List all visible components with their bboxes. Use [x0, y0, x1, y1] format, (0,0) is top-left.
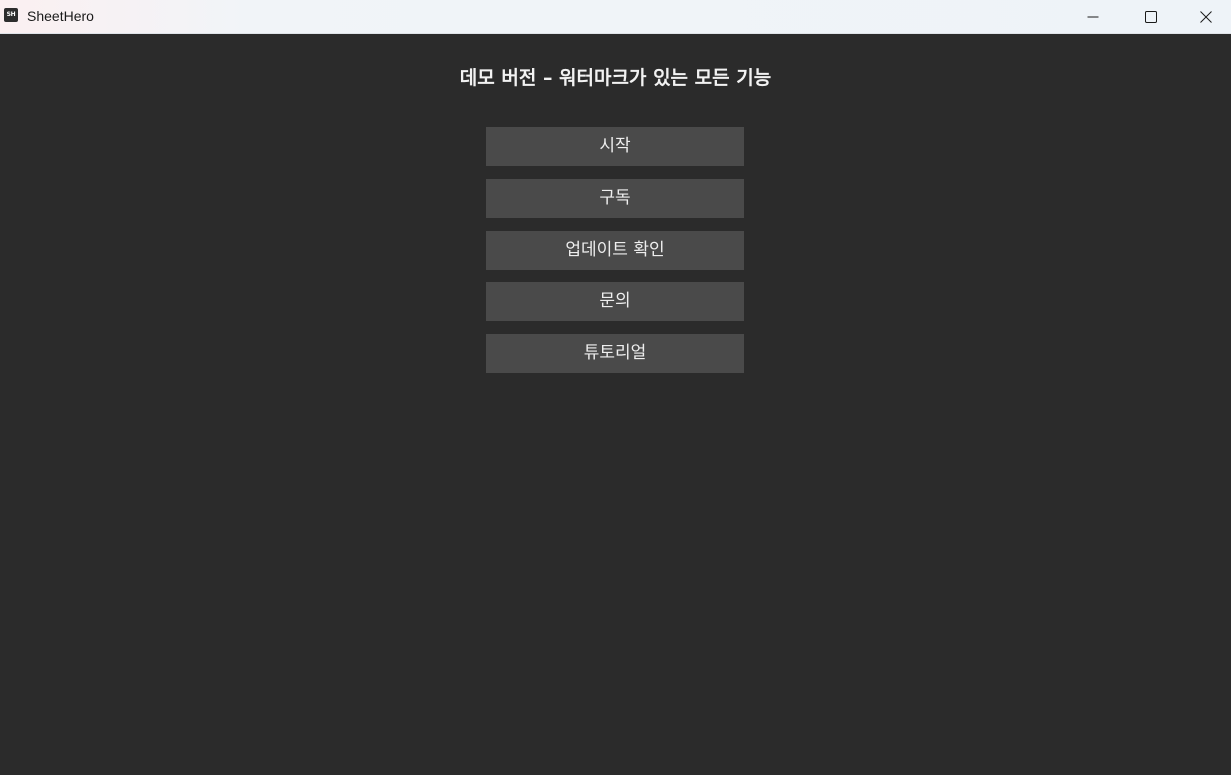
window-title: SheetHero [27, 8, 94, 24]
minimize-icon [1087, 16, 1099, 17]
minimize-button[interactable] [1064, 0, 1122, 33]
app-window: SH SheetHero 데모 버전 – 워터마크가 있는 모든 기능 시작 구… [0, 0, 1231, 775]
tutorial-button[interactable]: 튜토리얼 [486, 333, 744, 373]
check-updates-button[interactable]: 업데이트 확인 [486, 230, 744, 270]
start-button[interactable]: 시작 [486, 127, 744, 166]
close-button[interactable] [1180, 0, 1231, 33]
contact-button[interactable]: 문의 [486, 282, 744, 321]
close-icon [1199, 10, 1212, 23]
title-bar[interactable]: SH SheetHero [0, 0, 1231, 34]
demo-version-heading: 데모 버전 – 워터마크가 있는 모든 기능 [459, 67, 772, 89]
maximize-icon [1145, 10, 1157, 23]
subscribe-button[interactable]: 구독 [486, 179, 744, 218]
main-menu: 시작 구독 업데이트 확인 문의 튜토리얼 [486, 127, 744, 385]
maximize-button[interactable] [1122, 0, 1180, 33]
main-content: 데모 버전 – 워터마크가 있는 모든 기능 시작 구독 업데이트 확인 문의 … [0, 35, 1231, 775]
sheethero-app-icon: SH [4, 8, 18, 22]
